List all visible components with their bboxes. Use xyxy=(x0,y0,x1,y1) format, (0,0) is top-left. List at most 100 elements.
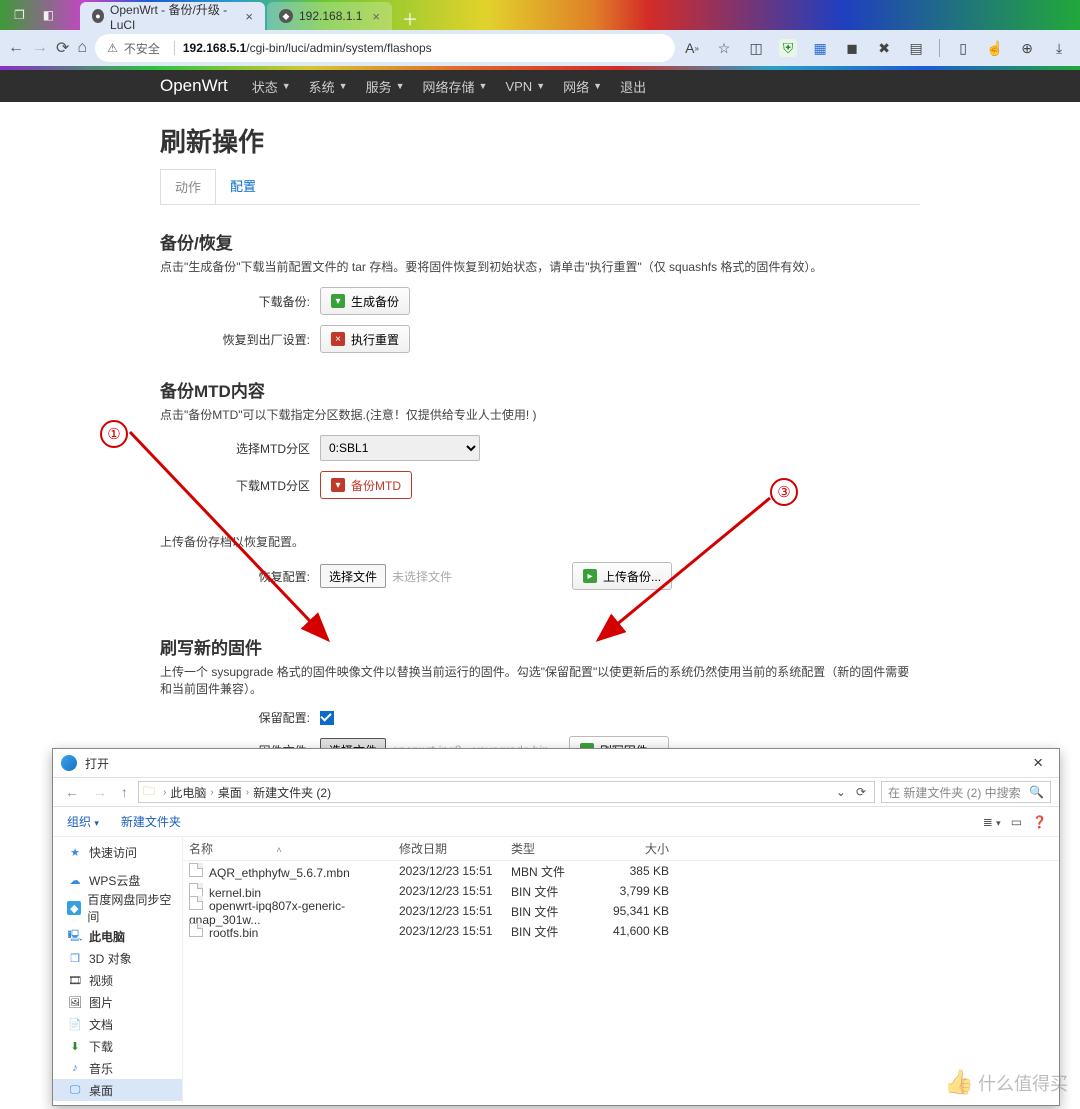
nav-desktop[interactable]: 🖵桌面 xyxy=(53,1079,182,1101)
section-flash-desc: 上传一个 sysupgrade 格式的固件映像文件以替换当前运行的固件。勾选"保… xyxy=(160,663,920,697)
collections-icon[interactable]: ▯ xyxy=(954,39,972,57)
nav-storage[interactable]: 网络存储▼ xyxy=(423,77,488,96)
window-tab-icon[interactable]: ❐ xyxy=(14,8,25,22)
dialog-search-input[interactable]: 在 新建文件夹 (2) 中搜索 🔍 xyxy=(881,781,1051,803)
back-icon[interactable]: ← xyxy=(8,39,24,57)
page-title: 刷新操作 xyxy=(160,122,920,159)
nav-logout[interactable]: 退出 xyxy=(620,77,646,96)
generate-backup-button[interactable]: ▾ 生成备份 xyxy=(320,287,410,315)
tab-title: OpenWrt - 备份/升级 - LuCI xyxy=(110,1,235,32)
file-icon xyxy=(189,896,203,910)
file-row[interactable]: AQR_ethphyfw_5.6.7.mbn2023/12/23 15:51MB… xyxy=(183,861,1059,881)
sort-asc-icon: ˄ xyxy=(276,845,281,855)
download-icon: ▾ xyxy=(331,294,345,308)
new-tab-button[interactable]: ＋ xyxy=(394,6,426,30)
col-size[interactable]: 大小 xyxy=(595,840,675,857)
chevron-down-icon[interactable]: ⌄ xyxy=(830,785,852,799)
col-type[interactable]: 类型 xyxy=(505,840,595,857)
section-mtd-desc: 点击"备份MTD"可以下载指定分区数据.(注意！仅提供给专业人士使用! ) xyxy=(160,406,920,423)
help-icon[interactable]: ❓ xyxy=(1032,815,1047,829)
extension-icon[interactable]: ▤ xyxy=(907,39,925,57)
nav-3d-objects[interactable]: ❒3D 对象 xyxy=(53,947,182,969)
refresh-icon[interactable]: ⟳ xyxy=(56,38,69,58)
new-folder-button[interactable]: 新建文件夹 xyxy=(119,809,183,834)
mtd-partition-label: 选择MTD分区 xyxy=(160,440,320,457)
forward-icon: → xyxy=(32,39,48,57)
extension-icon[interactable]: ☝ xyxy=(986,39,1004,57)
shield-icon[interactable]: ⛨ xyxy=(779,39,797,57)
extension-icon[interactable]: ▦ xyxy=(811,39,829,57)
breadcrumb[interactable]: 🗀 › 此电脑› 桌面› 新建文件夹 (2) ⌄ ⟳ xyxy=(138,781,875,803)
drive-icon: ◆ xyxy=(67,901,81,915)
nav-status[interactable]: 状态▼ xyxy=(252,77,291,96)
factory-reset-button[interactable]: × 执行重置 xyxy=(320,325,410,353)
file-icon xyxy=(189,863,203,877)
document-icon: 📄 xyxy=(67,1017,83,1031)
dialog-title: 打开 xyxy=(85,755,109,772)
brand[interactable]: OpenWrt xyxy=(160,76,228,96)
view-icon[interactable]: ≣ ▾ xyxy=(983,815,1001,829)
nav-drive-c[interactable]: 🖴本地磁盘 (C:) xyxy=(53,1101,182,1103)
pc-icon: 🖳 xyxy=(67,929,83,943)
download-mtd-label: 下载MTD分区 xyxy=(160,477,320,494)
nav-vpn[interactable]: VPN▼ xyxy=(505,79,545,94)
network-icon[interactable]: ◫ xyxy=(747,39,765,57)
cube-icon: ❒ xyxy=(67,951,83,965)
browser-tab-inactive[interactable]: ◆ 192.168.1.1 × xyxy=(267,2,392,30)
nav-baidu[interactable]: ◆百度网盘同步空间 xyxy=(53,897,182,919)
section-backup-heading: 备份/恢复 xyxy=(160,229,920,254)
annotation-marker-1: ① xyxy=(100,420,128,448)
nav-downloads[interactable]: ⬇下载 xyxy=(53,1035,182,1057)
window-buttons: ❐ ◧ xyxy=(0,0,80,30)
close-icon[interactable]: × xyxy=(245,9,253,24)
insecure-icon: ⚠ xyxy=(107,41,118,55)
tab-action[interactable]: 动作 xyxy=(160,169,216,204)
browser-tab-active[interactable]: ● OpenWrt - 备份/升级 - LuCI × xyxy=(80,2,265,30)
up-icon[interactable]: ↑ xyxy=(117,784,132,800)
collections-icon[interactable]: ⊕ xyxy=(1018,39,1036,57)
file-row[interactable]: openwrt-ipq807x-generic-qnap_301w...2023… xyxy=(183,901,1059,921)
dialog-path-bar: ← → ↑ 🗀 › 此电脑› 桌面› 新建文件夹 (2) ⌄ ⟳ 在 新建文件夹… xyxy=(53,777,1059,807)
nav-quick-access[interactable]: ★快速访问 xyxy=(53,841,182,863)
search-icon: 🔍 xyxy=(1029,785,1044,799)
mtd-partition-select[interactable]: 0:SBL1 xyxy=(320,435,480,461)
extension-icon[interactable]: ◼ xyxy=(843,39,861,57)
keep-config-checkbox[interactable] xyxy=(320,711,334,725)
restore-desc: 上传备份存档以恢复配置。 xyxy=(160,533,920,550)
col-date[interactable]: 修改日期 xyxy=(393,840,505,857)
music-icon: ♪ xyxy=(67,1061,83,1075)
nav-services[interactable]: 服务▼ xyxy=(366,77,405,96)
nav-wps[interactable]: ☁WPS云盘 xyxy=(53,869,182,891)
downloads-icon[interactable]: ⤓ xyxy=(1050,39,1068,57)
video-icon: 🎞 xyxy=(67,973,83,987)
openwrt-navbar: OpenWrt 状态▼ 系统▼ 服务▼ 网络存储▼ VPN▼ 网络▼ 退出 xyxy=(0,70,1080,102)
upload-backup-button[interactable]: ▸ 上传备份... xyxy=(572,562,672,590)
file-list-header: 名称 ˄ 修改日期 类型 大小 xyxy=(183,837,1059,861)
favorite-icon[interactable]: ☆ xyxy=(715,39,733,57)
dialog-nav-tree: ★快速访问 ☁WPS云盘 ◆百度网盘同步空间 🖳此电脑 ❒3D 对象 🎞视频 🖼… xyxy=(53,837,183,1103)
organize-button[interactable]: 组织 ▾ xyxy=(65,809,101,834)
restore-label: 恢复配置: xyxy=(160,568,320,585)
home-icon[interactable]: ⌂ xyxy=(77,39,87,57)
nav-videos[interactable]: 🎞视频 xyxy=(53,969,182,991)
refresh-icon[interactable]: ⟳ xyxy=(852,785,870,799)
nav-music[interactable]: ♪音乐 xyxy=(53,1057,182,1079)
back-icon[interactable]: ← xyxy=(61,784,83,800)
close-icon[interactable]: × xyxy=(1025,753,1051,773)
nav-network[interactable]: 网络▼ xyxy=(563,77,602,96)
window-workspace-icon[interactable]: ◧ xyxy=(43,8,54,22)
nav-documents[interactable]: 📄文档 xyxy=(53,1013,182,1035)
download-mtd-button[interactable]: ▾ 备份MTD xyxy=(320,471,412,499)
address-bar[interactable]: ⚠ 不安全 192.168.5.1/cgi-bin/luci/admin/sys… xyxy=(95,34,675,62)
preview-pane-icon[interactable]: ▭ xyxy=(1011,815,1022,829)
close-icon[interactable]: × xyxy=(372,9,380,24)
read-aloud-icon[interactable]: A» xyxy=(683,39,701,57)
tab-config[interactable]: 配置 xyxy=(216,169,270,204)
file-row[interactable]: rootfs.bin2023/12/23 15:51BIN 文件41,600 K… xyxy=(183,921,1059,941)
nav-pictures[interactable]: 🖼图片 xyxy=(53,991,182,1013)
nav-system[interactable]: 系统▼ xyxy=(309,77,348,96)
restore-choose-file-button[interactable]: 选择文件 xyxy=(320,564,386,588)
extension-icon[interactable]: ✖ xyxy=(875,39,893,57)
col-name[interactable]: 名称 ˄ xyxy=(183,840,393,857)
nav-this-pc[interactable]: 🖳此电脑 xyxy=(53,925,182,947)
